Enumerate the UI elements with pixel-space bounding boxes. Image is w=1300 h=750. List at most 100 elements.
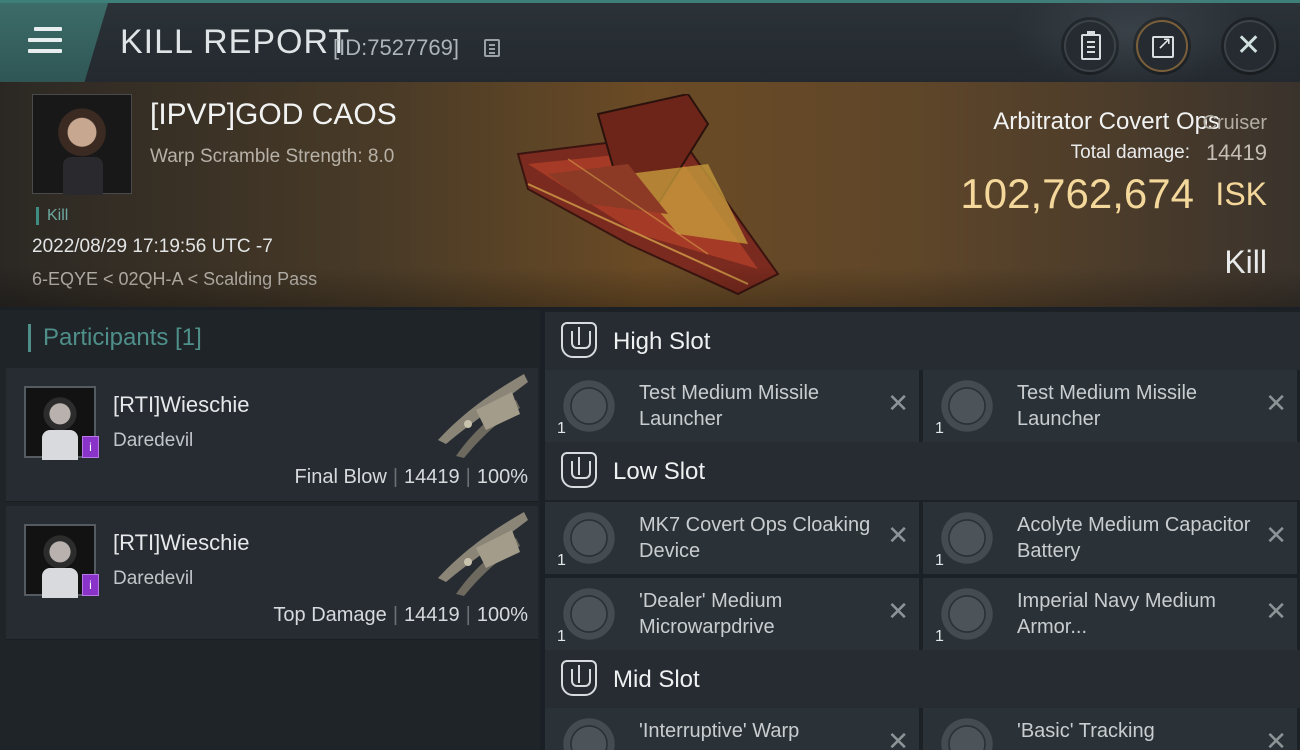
report-id: [ID:7527769] — [333, 35, 459, 60]
module-item[interactable]: 1 Test Medium Missile Launcher ✕ — [923, 370, 1297, 442]
separator: | — [465, 604, 471, 626]
kill-result: Kill — [1224, 244, 1267, 280]
info-badge-icon: i — [82, 574, 99, 596]
module-quantity: 1 — [557, 552, 566, 569]
remove-icon[interactable]: ✕ — [1265, 522, 1287, 548]
participant-ship: Daredevil — [113, 430, 194, 451]
warp-scramble-strength: Warp Scramble Strength: 8.0 — [150, 146, 395, 167]
module-quantity: 1 — [935, 552, 944, 569]
module-name: 'Basic' Tracking — [1017, 720, 1155, 742]
participant-damage: 14419 — [404, 466, 460, 488]
participant-row[interactable]: i [RTI]Wieschie Daredevil Final Blow | 144… — [6, 368, 538, 502]
remove-icon[interactable]: ✕ — [887, 390, 909, 416]
decorative-ring — [1010, 0, 1250, 93]
participant-damage: 14419 — [404, 604, 460, 626]
remove-icon[interactable]: ✕ — [887, 598, 909, 624]
mid-slot-header: Mid Slot — [545, 650, 1300, 708]
victim-name[interactable]: [IPVP]GOD CAOS — [150, 98, 397, 132]
close-icon: ✕ — [1236, 29, 1262, 62]
separator: | — [392, 466, 399, 488]
remove-icon[interactable]: ✕ — [1265, 598, 1287, 624]
module-item[interactable]: 1 MK7 Covert Ops Cloaking Device ✕ — [545, 502, 919, 574]
remove-icon[interactable]: ✕ — [1265, 728, 1287, 750]
info-badge-icon: i — [82, 436, 99, 458]
isk-value: 102,762,674 — [960, 170, 1194, 217]
isk-unit: ISK — [1215, 176, 1267, 212]
separator: | — [465, 466, 471, 488]
fitting-panel: High Slot 1 Test Medium Missile Launcher… — [545, 310, 1300, 750]
module-name: Imperial Navy Medium Armor... — [1017, 590, 1216, 638]
module-name: Test Medium Missile Launcher — [639, 382, 820, 430]
missile-launcher-icon — [559, 376, 619, 436]
warp-disruptor-icon — [559, 714, 619, 750]
total-damage-value: 14419 — [1205, 140, 1267, 165]
module-quantity: 1 — [935, 420, 944, 437]
remove-icon[interactable]: ✕ — [887, 522, 909, 548]
copy-icon[interactable] — [484, 39, 500, 57]
victim-panel: [IPVP]GOD CAOS Warp Scramble Strength: 8… — [0, 82, 1300, 307]
participants-panel: Participants [1] i [RTI]Wieschie Daredev… — [0, 310, 540, 750]
slot-shield-icon — [561, 322, 597, 358]
victim-portrait[interactable] — [32, 94, 132, 195]
victim-ship-render — [516, 94, 780, 296]
clipboard-icon — [1081, 31, 1101, 60]
module-name: Acolyte Medium Capacitor Battery — [1017, 514, 1251, 562]
module-item[interactable]: 1 Imperial Navy Medium Armor... ✕ — [923, 578, 1297, 650]
armor-module-icon — [937, 584, 997, 644]
module-item[interactable]: 1 'Interruptive' Warp ✕ — [545, 708, 919, 750]
module-name: 'Dealer' Medium Microwarpdrive — [639, 590, 783, 638]
low-slot-header: Low Slot — [545, 442, 1300, 500]
hamburger-icon — [28, 27, 62, 60]
participant-ship-image — [438, 512, 528, 596]
participant-role: Final Blow — [294, 466, 387, 488]
kill-datetime: 2022/08/29 17:19:56 UTC -7 — [32, 236, 273, 257]
microwarpdrive-icon — [559, 584, 619, 644]
share-button[interactable] — [1136, 20, 1188, 72]
missile-launcher-icon — [937, 376, 997, 436]
close-button[interactable]: ✕ — [1224, 20, 1276, 72]
participant-name: [RTI]Wieschie — [113, 392, 250, 417]
slot-shield-icon — [561, 660, 597, 696]
cloaking-device-icon — [559, 508, 619, 568]
remove-icon[interactable]: ✕ — [1265, 390, 1287, 416]
separator: | — [392, 604, 399, 626]
mid-slot-label: Mid Slot — [613, 666, 700, 693]
slot-shield-icon — [561, 452, 597, 488]
low-slot-label: Low Slot — [613, 458, 706, 485]
capacitor-battery-icon — [937, 508, 997, 568]
tracking-module-icon — [937, 714, 997, 750]
top-bar: KILL REPORT [ID:7527769] ✕ — [0, 0, 1300, 93]
module-item[interactable]: 1 Acolyte Medium Capacitor Battery ✕ — [923, 502, 1297, 574]
module-quantity: 1 — [935, 628, 944, 645]
participant-stats: Final Blow | 14419 | 100% — [295, 466, 528, 489]
high-slot-label: High Slot — [613, 328, 711, 355]
clipboard-button[interactable] — [1064, 20, 1116, 72]
participant-ship-image — [438, 374, 528, 458]
module-name: 'Interruptive' Warp — [639, 720, 800, 742]
victim-ship-name[interactable]: Arbitrator Covert Ops — [993, 108, 1220, 136]
module-item[interactable]: 1 'Basic' Tracking ✕ — [923, 708, 1297, 750]
participant-name: [RTI]Wieschie — [113, 530, 250, 555]
participant-percent: 100% — [476, 466, 528, 488]
total-damage-label: Total damage: — [1070, 142, 1190, 163]
remove-icon[interactable]: ✕ — [887, 728, 909, 750]
participant-row[interactable]: i [RTI]Wieschie Daredevil Top Damage | 144… — [6, 506, 538, 640]
module-item[interactable]: 1 Test Medium Missile Launcher ✕ — [545, 370, 919, 442]
module-name: MK7 Covert Ops Cloaking Device — [639, 514, 871, 562]
module-quantity: 1 — [557, 628, 566, 645]
high-slot-header: High Slot — [545, 312, 1300, 370]
victim-ship-class: Cruiser — [1202, 112, 1267, 134]
share-icon — [1152, 33, 1174, 58]
module-quantity: 1 — [557, 420, 566, 437]
participants-header[interactable]: Participants [1] — [28, 324, 202, 352]
kill-location: 6-EQYE < 02QH-A < Scalding Pass — [32, 269, 318, 289]
module-item[interactable]: 1 'Dealer' Medium Microwarpdrive ✕ — [545, 578, 919, 650]
kill-tag: Kill — [36, 207, 68, 225]
page-title: KILL REPORT — [120, 23, 351, 61]
participant-stats: Top Damage | 14419 | 100% — [273, 604, 528, 627]
participant-percent: 100% — [476, 604, 528, 626]
module-name: Test Medium Missile Launcher — [1017, 382, 1198, 430]
menu-button[interactable] — [0, 3, 108, 83]
participant-role: Top Damage — [273, 604, 387, 626]
participant-ship: Daredevil — [113, 568, 194, 589]
